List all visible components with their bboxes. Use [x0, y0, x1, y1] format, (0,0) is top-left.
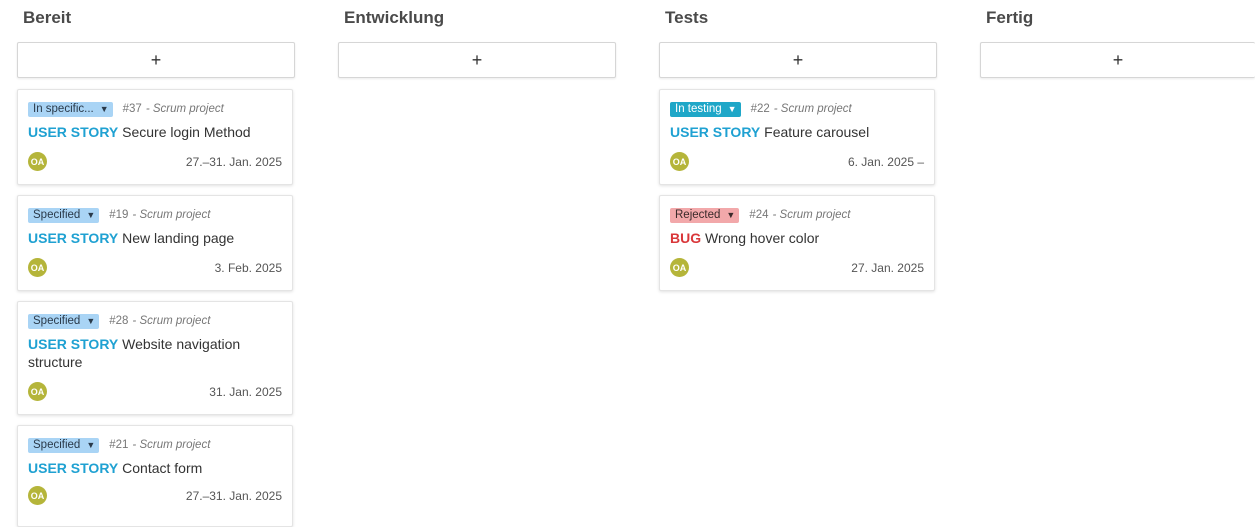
project-name: - Scrum project — [772, 209, 851, 221]
work-package-card[interactable]: Rejected ▼ #24 - Scrum project BUG Wrong … — [659, 195, 935, 291]
type-label[interactable]: USER STORY — [670, 124, 760, 140]
project-name: - Scrum project — [132, 209, 211, 221]
card-number: #24 — [749, 209, 769, 221]
card-subject[interactable]: Contact form — [122, 460, 202, 476]
status-dropdown[interactable]: In specific... ▼ — [28, 101, 113, 117]
work-package-card[interactable]: Specified ▼ #19 - Scrum project USER STOR… — [17, 195, 293, 291]
type-label[interactable]: BUG — [670, 230, 701, 246]
caret-down-icon: ▼ — [86, 210, 96, 220]
card-number: #22 — [750, 103, 770, 115]
caret-down-icon: ▼ — [726, 210, 736, 220]
project-name: - Scrum project — [145, 103, 224, 115]
card-subject[interactable]: Secure login Method — [122, 124, 250, 140]
add-card-button[interactable]: + — [338, 42, 616, 78]
avatar[interactable]: OA — [28, 258, 47, 277]
card-subject[interactable]: Feature carousel — [764, 124, 869, 140]
card-subject[interactable]: New landing page — [122, 230, 234, 246]
status-dropdown[interactable]: In testing ▼ — [670, 101, 741, 117]
card-number: #19 — [109, 209, 129, 221]
status-label: Specified — [33, 209, 81, 221]
status-dropdown[interactable]: Specified ▼ — [28, 437, 100, 453]
status-label: Specified — [33, 315, 81, 327]
type-label[interactable]: USER STORY — [28, 230, 118, 246]
column-title: Entwicklung — [344, 8, 445, 27]
card-title: USER STORY Contact form — [28, 459, 282, 477]
card-dates: 27. Jan. 2025 — [851, 261, 924, 275]
avatar[interactable]: OA — [670, 152, 689, 171]
add-card-button[interactable]: + — [659, 42, 937, 78]
status-label: Specified — [33, 439, 81, 451]
avatar[interactable]: OA — [28, 382, 47, 401]
work-package-card[interactable]: Specified ▼ #21 - Scrum project USER STOR… — [17, 425, 293, 527]
work-package-card[interactable]: Specified ▼ #28 - Scrum project USER STOR… — [17, 301, 293, 415]
avatar[interactable]: OA — [28, 152, 47, 171]
card-title: USER STORY Feature carousel — [670, 123, 924, 141]
caret-down-icon: ▼ — [727, 104, 737, 114]
type-label[interactable]: USER STORY — [28, 336, 118, 352]
card-number: #21 — [109, 439, 129, 451]
caret-down-icon: ▼ — [99, 104, 109, 114]
add-card-button[interactable]: + — [17, 42, 295, 78]
card-title: BUG Wrong hover color — [670, 229, 924, 247]
column-title: Bereit — [23, 8, 72, 27]
card-dates: 3. Feb. 2025 — [214, 261, 282, 275]
column-title: Tests — [665, 8, 709, 27]
project-name: - Scrum project — [773, 103, 852, 115]
card-dates: 31. Jan. 2025 — [209, 385, 282, 399]
type-label[interactable]: USER STORY — [28, 460, 118, 476]
card-dates: 6. Jan. 2025 – — [847, 155, 924, 169]
column-title: Fertig — [986, 8, 1034, 27]
status-dropdown[interactable]: Specified ▼ — [28, 313, 100, 329]
work-package-card[interactable]: In testing ▼ #22 - Scrum project USER STO… — [659, 89, 935, 185]
status-dropdown[interactable]: Specified ▼ — [28, 207, 100, 223]
card-title: USER STORY Secure login Method — [28, 123, 282, 141]
card-dates: 27.–31. Jan. 2025 — [185, 489, 282, 503]
project-name: - Scrum project — [132, 439, 211, 451]
status-label: In testing — [675, 103, 722, 115]
card-subject[interactable]: Wrong hover color — [705, 230, 819, 246]
add-card-button[interactable]: + — [980, 42, 1255, 78]
status-dropdown[interactable]: Rejected ▼ — [670, 207, 740, 223]
card-dates: 27.–31. Jan. 2025 — [185, 155, 282, 169]
work-package-card[interactable]: In specific... ▼ #37 - Scrum project USER… — [17, 89, 293, 185]
project-name: - Scrum project — [132, 315, 211, 327]
avatar[interactable]: OA — [28, 486, 47, 505]
status-label: Rejected — [675, 209, 721, 221]
card-title: USER STORY Website navigation structure — [28, 335, 282, 371]
caret-down-icon: ▼ — [86, 440, 96, 450]
caret-down-icon: ▼ — [86, 316, 96, 326]
card-number: #28 — [109, 315, 129, 327]
status-label: In specific... — [33, 103, 94, 115]
card-number: #37 — [122, 103, 142, 115]
avatar[interactable]: OA — [670, 258, 689, 277]
card-title: USER STORY New landing page — [28, 229, 282, 247]
type-label[interactable]: USER STORY — [28, 124, 118, 140]
